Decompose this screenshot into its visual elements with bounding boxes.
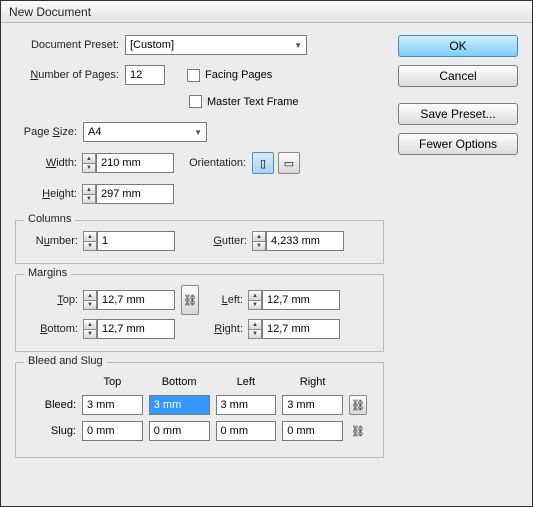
spin-up-icon[interactable]: ▲ [82, 184, 96, 194]
bleed-left-input[interactable]: 3 mm [216, 395, 277, 415]
gutter-spinner[interactable]: ▲▼ [252, 231, 266, 251]
slug-right-input[interactable]: 0 mm [282, 421, 343, 441]
spin-up-icon[interactable]: ▲ [248, 290, 262, 300]
orientation-landscape-button[interactable]: ▭ [278, 152, 300, 174]
master-text-frame-label: Master Text Frame [207, 96, 299, 108]
gutter-label: Gutter: [175, 235, 253, 247]
link-margins-button[interactable]: ⛓ [181, 285, 199, 315]
spin-down-icon[interactable]: ▼ [82, 194, 96, 204]
chevron-down-icon: ▼ [194, 128, 202, 137]
width-input[interactable]: 210 mm [96, 153, 174, 173]
dialog-title: New Document [9, 5, 91, 19]
document-preset-value: [Custom] [130, 39, 174, 51]
spin-up-icon[interactable]: ▲ [252, 231, 266, 241]
master-text-frame-checkbox[interactable]: Master Text Frame [189, 95, 299, 108]
spin-up-icon[interactable]: ▲ [248, 319, 262, 329]
margin-top-input[interactable]: 12,7 mm [97, 290, 175, 310]
col-number-label: Number: [26, 235, 84, 247]
col-bottom-header: Bottom [147, 375, 212, 391]
link-bleed-button[interactable]: ⛓ [349, 395, 367, 415]
gutter-input[interactable]: 4,233 mm [266, 231, 344, 251]
margin-left-label: Left: [199, 294, 249, 306]
facing-pages-checkbox[interactable]: Facing Pages [187, 69, 272, 82]
margins-group: Margins Top: ▲▼ 12,7 mm ⛓ Left: ▲▼ 12,7 … [15, 274, 384, 352]
bleed-top-input[interactable]: 3 mm [82, 395, 143, 415]
spin-down-icon[interactable]: ▼ [82, 163, 96, 173]
height-input[interactable]: 297 mm [96, 184, 174, 204]
spin-down-icon[interactable]: ▼ [83, 329, 97, 339]
col-left-header: Left [214, 375, 279, 391]
spin-down-icon[interactable]: ▼ [248, 300, 262, 310]
fewer-options-button[interactable]: Fewer Options [398, 133, 518, 155]
page-size-value: A4 [88, 126, 101, 138]
columns-legend: Columns [24, 213, 75, 225]
orientation-label: Orientation: [174, 157, 252, 169]
spin-down-icon[interactable]: ▼ [248, 329, 262, 339]
landscape-icon: ▭ [284, 157, 294, 170]
col-right-header: Right [280, 375, 345, 391]
margin-right-input[interactable]: 12,7 mm [262, 319, 340, 339]
chevron-down-icon: ▼ [294, 41, 302, 50]
slug-top-input[interactable]: 0 mm [82, 421, 143, 441]
cancel-button[interactable]: Cancel [398, 65, 518, 87]
margin-left-input[interactable]: 12,7 mm [262, 290, 340, 310]
bleed-label: Bleed: [28, 393, 78, 417]
width-spinner[interactable]: ▲▼ [82, 153, 96, 173]
num-pages-input[interactable]: 12 [125, 65, 165, 85]
chain-broken-icon: ⛓ [351, 425, 365, 438]
titlebar[interactable]: New Document [1, 1, 532, 23]
orientation-portrait-button[interactable]: ▯ [252, 152, 274, 174]
height-spinner[interactable]: ▲▼ [82, 184, 96, 204]
margin-top-spinner[interactable]: ▲▼ [83, 290, 97, 310]
save-preset-button[interactable]: Save Preset... [398, 103, 518, 125]
document-preset-label: Document Preset: [15, 39, 125, 51]
new-document-dialog: New Document Document Preset: [Custom] ▼… [0, 0, 533, 507]
link-slug-button[interactable]: ⛓ [349, 421, 367, 441]
columns-group: Columns Number: ▲▼ 1 Gutter: ▲▼ 4,233 mm [15, 220, 384, 264]
page-size-label: Page Size: [15, 126, 83, 138]
spin-down-icon[interactable]: ▼ [83, 300, 97, 310]
slug-left-input[interactable]: 0 mm [216, 421, 277, 441]
slug-label: Slug: [28, 419, 78, 443]
portrait-icon: ▯ [260, 157, 266, 170]
margin-right-spinner[interactable]: ▲▼ [248, 319, 262, 339]
chain-icon: ⛓ [351, 399, 365, 412]
document-preset-select[interactable]: [Custom] ▼ [125, 35, 307, 55]
margins-legend: Margins [24, 267, 71, 279]
margin-bottom-input[interactable]: 12,7 mm [97, 319, 175, 339]
col-number-spinner[interactable]: ▲▼ [83, 231, 97, 251]
facing-pages-label: Facing Pages [205, 69, 272, 81]
col-number-input[interactable]: 1 [97, 231, 175, 251]
width-label: Width: [15, 157, 83, 169]
page-size-select[interactable]: A4 ▼ [83, 122, 207, 142]
spin-up-icon[interactable]: ▲ [83, 231, 97, 241]
checkbox-icon [189, 95, 202, 108]
spin-up-icon[interactable]: ▲ [83, 319, 97, 329]
margin-bottom-spinner[interactable]: ▲▼ [83, 319, 97, 339]
spin-down-icon[interactable]: ▼ [83, 241, 97, 251]
col-top-header: Top [80, 375, 145, 391]
height-label: Height: [15, 188, 83, 200]
bleed-right-input[interactable]: 3 mm [282, 395, 343, 415]
spin-up-icon[interactable]: ▲ [83, 290, 97, 300]
margin-bottom-label: Bottom: [26, 323, 84, 335]
bleed-slug-group: Bleed and Slug Top Bottom Left Right Ble… [15, 362, 384, 458]
margin-top-label: Top: [26, 294, 84, 306]
checkbox-icon [187, 69, 200, 82]
bleed-bottom-input[interactable]: 3 mm [149, 395, 210, 415]
num-pages-label: Number of Pages: [15, 69, 125, 81]
ok-button[interactable]: OK [398, 35, 518, 57]
spin-up-icon[interactable]: ▲ [82, 153, 96, 163]
slug-bottom-input[interactable]: 0 mm [149, 421, 210, 441]
chain-icon: ⛓ [183, 294, 197, 307]
bleed-slug-legend: Bleed and Slug [24, 355, 107, 367]
margin-right-label: Right: [199, 323, 249, 335]
spin-down-icon[interactable]: ▼ [252, 241, 266, 251]
margin-left-spinner[interactable]: ▲▼ [248, 290, 262, 310]
